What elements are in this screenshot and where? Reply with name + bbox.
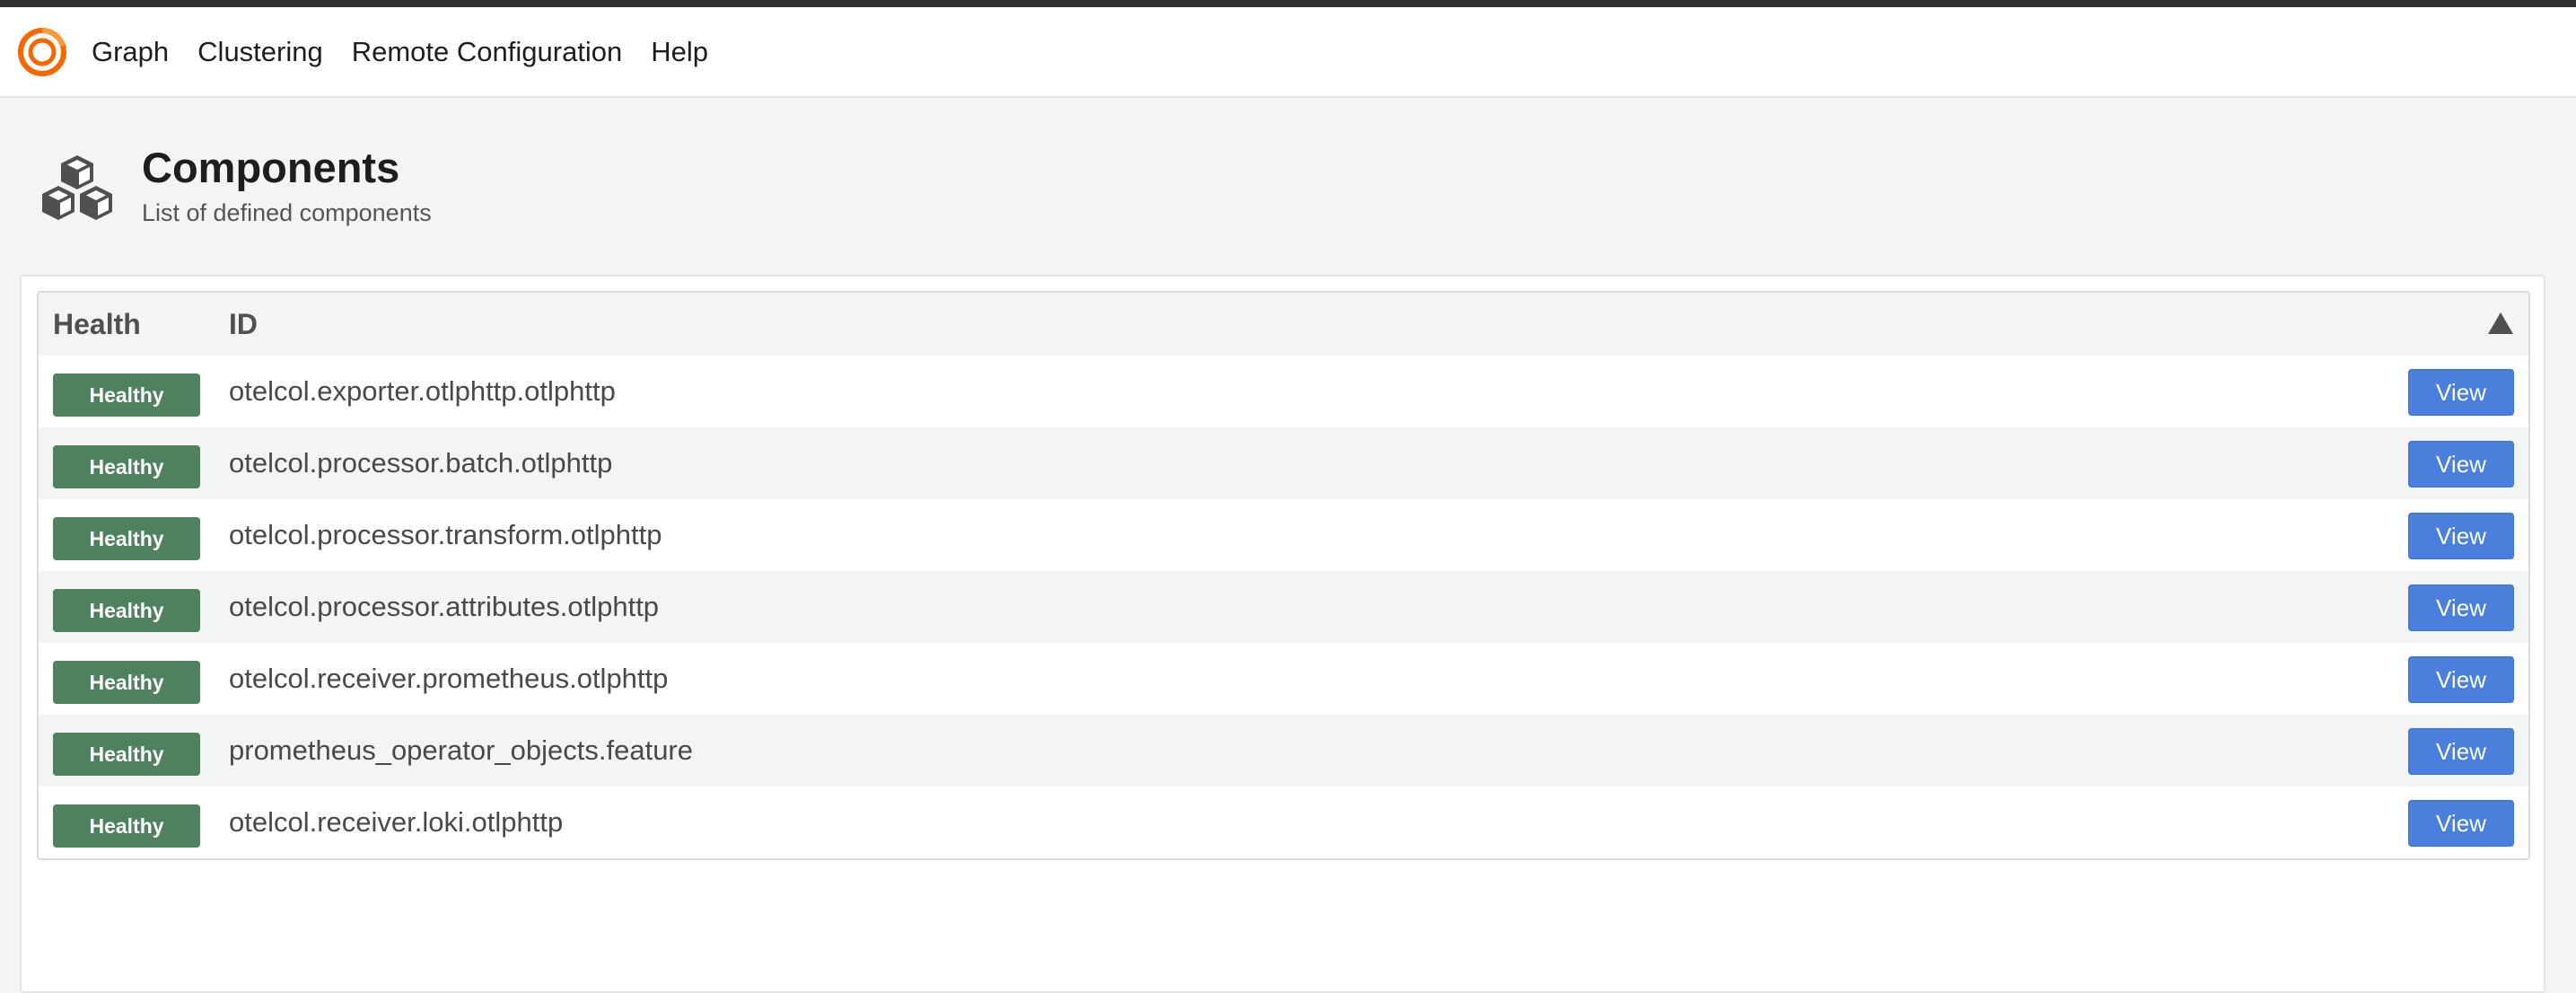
- status-badge: Healthy: [53, 373, 200, 417]
- content-panel: Health ID Healthy otelcol.exporter.otlph…: [20, 275, 2545, 993]
- view-button[interactable]: View: [2408, 369, 2514, 416]
- table-body: Healthy otelcol.exporter.otlphttp.otlpht…: [39, 356, 2528, 858]
- page-subtitle: List of defined components: [142, 199, 432, 227]
- table-row: Healthy otelcol.processor.batch.otlphttp…: [39, 427, 2528, 499]
- column-header-health[interactable]: Health: [53, 308, 141, 341]
- nav-help[interactable]: Help: [651, 38, 708, 66]
- navbar: Graph Clustering Remote Configuration He…: [0, 7, 2576, 98]
- status-badge: Healthy: [53, 517, 200, 560]
- status-badge: Healthy: [53, 733, 200, 776]
- view-button[interactable]: View: [2408, 656, 2514, 703]
- component-id: otelcol.receiver.prometheus.otlphttp: [229, 663, 669, 694]
- cubes-icon: [39, 154, 115, 222]
- page-title: Components: [142, 143, 400, 191]
- component-id: otelcol.receiver.loki.otlphttp: [229, 806, 564, 838]
- app-logo-icon[interactable]: [18, 27, 66, 76]
- nav-clustering[interactable]: Clustering: [197, 38, 323, 66]
- sort-up-triangle-icon[interactable]: [2487, 312, 2514, 339]
- table-row: Healthy otelcol.receiver.prometheus.otlp…: [39, 643, 2528, 715]
- header-text: Components List of defined components: [142, 143, 432, 228]
- table-row: Healthy prometheus_operator_objects.feat…: [39, 715, 2528, 786]
- table-header: Health ID: [39, 293, 2528, 356]
- component-id: otelcol.exporter.otlphttp.otlphttp: [229, 375, 616, 407]
- nav-graph[interactable]: Graph: [92, 38, 169, 66]
- component-id: otelcol.processor.transform.otlphttp: [229, 519, 662, 550]
- status-badge: Healthy: [53, 661, 200, 704]
- components-table: Health ID Healthy otelcol.exporter.otlph…: [37, 291, 2530, 860]
- page-header: Components List of defined components: [0, 98, 2576, 274]
- view-button[interactable]: View: [2408, 513, 2514, 559]
- table-row: Healthy otelcol.processor.attributes.otl…: [39, 571, 2528, 643]
- view-button[interactable]: View: [2408, 800, 2514, 847]
- table-row: Healthy otelcol.exporter.otlphttp.otlpht…: [39, 356, 2528, 427]
- status-badge: Healthy: [53, 589, 200, 632]
- column-header-id[interactable]: ID: [229, 308, 258, 341]
- status-badge: Healthy: [53, 445, 200, 488]
- component-id: prometheus_operator_objects.feature: [229, 734, 693, 766]
- status-badge: Healthy: [53, 804, 200, 848]
- view-button[interactable]: View: [2408, 441, 2514, 488]
- table-row: Healthy otelcol.receiver.loki.otlphttp V…: [39, 786, 2528, 858]
- component-id: otelcol.processor.attributes.otlphttp: [229, 591, 660, 622]
- view-button[interactable]: View: [2408, 584, 2514, 631]
- nav-remote-configuration[interactable]: Remote Configuration: [352, 38, 623, 66]
- top-strip: [0, 0, 2576, 7]
- table-row: Healthy otelcol.processor.transform.otlp…: [39, 499, 2528, 571]
- view-button[interactable]: View: [2408, 728, 2514, 775]
- component-id: otelcol.processor.batch.otlphttp: [229, 447, 613, 479]
